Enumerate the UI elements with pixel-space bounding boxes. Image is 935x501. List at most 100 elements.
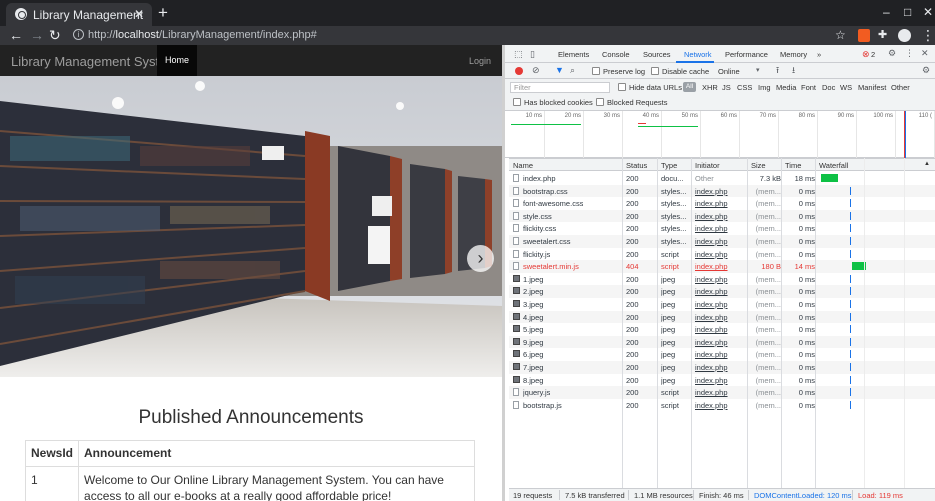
filter-all-chip[interactable]: All: [683, 82, 696, 92]
request-row[interactable]: 9.jpeg 200 jpeg index.php (mem... 0 ms: [509, 335, 935, 349]
tab-memory[interactable]: Memory: [780, 50, 807, 59]
request-initiator[interactable]: index.php: [695, 187, 728, 196]
col-size[interactable]: Size: [751, 161, 766, 170]
request-initiator[interactable]: index.php: [695, 237, 728, 246]
blocked-requests-checkbox[interactable]: [596, 98, 604, 106]
clear-icon[interactable]: ⊘: [532, 66, 540, 75]
request-row[interactable]: 3.jpeg 200 jpeg index.php (mem... 0 ms: [509, 298, 935, 311]
col-type[interactable]: Type: [661, 161, 677, 170]
import-har-icon[interactable]: ⭱: [776, 66, 779, 75]
filter-js[interactable]: JS: [722, 83, 731, 92]
filter-input[interactable]: Filter: [510, 82, 610, 93]
tab-close-icon[interactable]: ✕: [134, 7, 144, 21]
request-row[interactable]: flickity.css 200 styles... index.php (mem...…: [509, 222, 935, 235]
settings-gear-icon[interactable]: ⚙: [888, 49, 896, 58]
device-toolbar-icon[interactable]: ▯: [530, 50, 535, 59]
filter-img[interactable]: Img: [758, 83, 771, 92]
disable-cache-checkbox[interactable]: [651, 67, 659, 75]
request-initiator[interactable]: index.php: [695, 287, 728, 296]
extensions-puzzle-icon[interactable]: ✚: [878, 27, 887, 43]
carousel-next-button[interactable]: ›: [467, 245, 494, 272]
request-row[interactable]: jquery.js 200 script index.php (mem... 0 ms: [509, 386, 935, 399]
request-initiator[interactable]: index.php: [695, 363, 728, 372]
request-initiator[interactable]: index.php: [695, 262, 728, 271]
request-initiator[interactable]: index.php: [695, 313, 728, 322]
site-info-icon[interactable]: i: [73, 29, 84, 40]
address-bar[interactable]: i http://localhost/LibraryManagement/ind…: [68, 26, 828, 45]
request-row[interactable]: 2.jpeg 200 jpeg index.php (mem... 0 ms: [509, 285, 935, 298]
request-row[interactable]: sweetalert.css 200 styles... index.php (mem.…: [509, 235, 935, 248]
filter-manifest[interactable]: Manifest: [858, 83, 886, 92]
site-brand[interactable]: Library Management System: [11, 54, 177, 69]
col-status[interactable]: Status: [626, 161, 647, 170]
nav-home-link[interactable]: Home: [157, 45, 197, 76]
close-devtools-icon[interactable]: ✕: [921, 49, 929, 58]
filter-ws[interactable]: WS: [840, 83, 852, 92]
record-icon[interactable]: [515, 67, 523, 75]
col-waterfall[interactable]: Waterfall: [819, 161, 848, 170]
request-row[interactable]: 7.jpeg 200 jpeg index.php (mem... 0 ms: [509, 361, 935, 374]
more-tabs-button[interactable]: »: [817, 50, 821, 59]
request-initiator[interactable]: index.php: [695, 325, 728, 334]
filter-other[interactable]: Other: [891, 83, 910, 92]
request-row[interactable]: sweetalert.min.js 404 script index.php 180 B…: [509, 260, 935, 273]
request-row[interactable]: font-awesome.css 200 styles... index.php (me…: [509, 197, 935, 210]
request-initiator[interactable]: index.php: [695, 376, 728, 385]
request-row[interactable]: bootstrap.js 200 script index.php (mem... 0 m…: [509, 399, 935, 412]
inspect-element-icon[interactable]: ⬚: [514, 50, 523, 59]
chevron-down-icon[interactable]: ▾: [756, 66, 760, 75]
tab-network[interactable]: Network: [684, 50, 712, 59]
network-overview-timeline[interactable]: 10 ms 20 ms 30 ms 40 ms 50 ms 60 ms 70 ms 80 ms…: [505, 111, 935, 158]
filter-font[interactable]: Font: [801, 83, 816, 92]
request-initiator[interactable]: index.php: [695, 338, 728, 347]
request-row[interactable]: 8.jpeg 200 jpeg index.php (mem... 0 ms: [509, 374, 935, 387]
profile-avatar-icon[interactable]: [898, 29, 911, 42]
tab-elements[interactable]: Elements: [558, 50, 589, 59]
request-initiator[interactable]: index.php: [695, 212, 728, 221]
back-icon[interactable]: ←: [9, 27, 23, 43]
filter-css[interactable]: CSS: [737, 83, 752, 92]
extension-icon[interactable]: [858, 29, 870, 42]
minimize-button[interactable]: –: [883, 5, 890, 19]
throttling-select[interactable]: Online: [718, 67, 740, 76]
request-initiator[interactable]: index.php: [695, 224, 728, 233]
error-icon[interactable]: ⊗: [862, 50, 870, 59]
request-row[interactable]: flickity.js 200 script index.php (mem... 0 ms: [509, 248, 935, 261]
bookmark-star-icon[interactable]: ☆: [835, 27, 846, 43]
request-row[interactable]: 6.jpeg 200 jpeg index.php (mem... 0 ms: [509, 348, 935, 361]
forward-icon[interactable]: →: [30, 27, 44, 43]
browser-tab[interactable]: Library Management ✕: [6, 3, 152, 26]
preserve-log-checkbox[interactable]: [592, 67, 600, 75]
col-initiator[interactable]: Initiator: [695, 161, 720, 170]
filter-xhr[interactable]: XHR: [702, 83, 718, 92]
hide-data-urls-checkbox[interactable]: [618, 83, 626, 91]
has-blocked-cookies-checkbox[interactable]: [513, 98, 521, 106]
col-name[interactable]: Name: [513, 161, 533, 170]
tab-performance[interactable]: Performance: [725, 50, 768, 59]
filter-media[interactable]: Media: [776, 83, 796, 92]
request-row[interactable]: bootstrap.css 200 styles... index.php (mem..…: [509, 184, 935, 198]
search-icon[interactable]: ⌕: [570, 66, 575, 75]
request-row[interactable]: style.css 200 styles... index.php (mem... 0 m…: [509, 209, 935, 223]
nav-login-link[interactable]: Login: [469, 56, 491, 66]
tab-sources[interactable]: Sources: [643, 50, 671, 59]
request-initiator[interactable]: index.php: [695, 401, 728, 410]
request-row[interactable]: 5.jpeg 200 jpeg index.php (mem... 0 ms: [509, 323, 935, 336]
tab-console[interactable]: Console: [602, 50, 630, 59]
request-initiator[interactable]: index.php: [695, 199, 728, 208]
request-initiator[interactable]: index.php: [695, 300, 728, 309]
filter-icon[interactable]: ▼: [555, 66, 564, 75]
filter-doc[interactable]: Doc: [822, 83, 835, 92]
network-settings-icon[interactable]: ⚙: [922, 66, 930, 75]
request-row[interactable]: index.php 200 docu... Other 7.3 kB 18 ms: [509, 172, 935, 185]
request-row[interactable]: 1.jpeg 200 jpeg index.php (mem... 0 ms: [509, 273, 935, 286]
new-tab-button[interactable]: +: [158, 4, 168, 21]
customize-menu-icon[interactable]: ⋮: [905, 49, 914, 58]
request-initiator[interactable]: index.php: [695, 350, 728, 359]
export-har-icon[interactable]: ⭳: [792, 66, 795, 75]
request-initiator[interactable]: index.php: [695, 250, 728, 259]
reload-icon[interactable]: ↻: [49, 27, 61, 43]
request-initiator[interactable]: index.php: [695, 275, 728, 284]
col-time[interactable]: Time: [785, 161, 801, 170]
menu-kebab-icon[interactable]: ⋮: [921, 27, 935, 43]
